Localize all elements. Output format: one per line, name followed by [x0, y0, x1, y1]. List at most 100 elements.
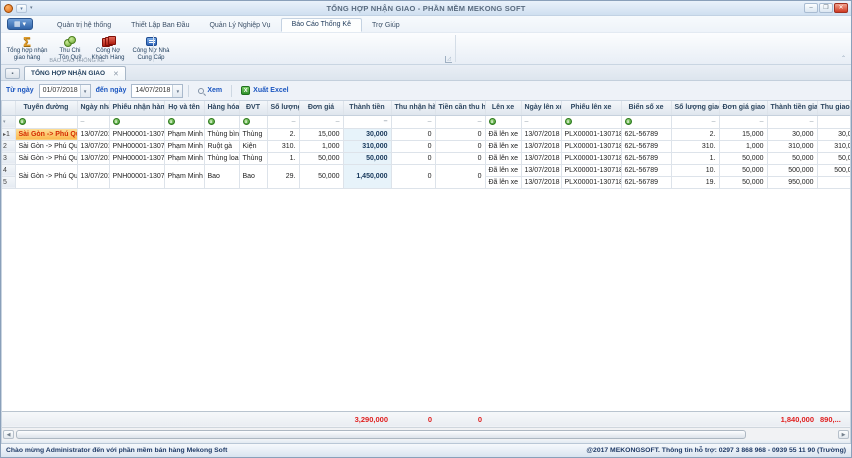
- from-date-input[interactable]: 01/07/2018 ▼: [39, 84, 91, 98]
- cell[interactable]: 950,000: [767, 176, 817, 188]
- scrollbar-thumb[interactable]: [16, 430, 746, 439]
- cell[interactable]: PLX00001-130718: [561, 176, 621, 188]
- cell[interactable]: 2.: [671, 128, 719, 140]
- cell[interactable]: Bao: [204, 164, 239, 188]
- cell[interactable]: Đã lên xe: [485, 176, 521, 188]
- cell[interactable]: 1,000: [719, 140, 767, 152]
- table-row[interactable]: 4 Sài Gòn -> Phú Quốc 13/07/2018 PNH0000…: [2, 164, 851, 176]
- column-header[interactable]: Tiền cần thu hộ: [435, 101, 485, 115]
- cell[interactable]: 30,000: [343, 128, 391, 140]
- cell[interactable]: PNH00001-130718: [109, 128, 164, 140]
- ribbon-tab-thiet-lap-ban-dau[interactable]: Thiết Lập Ban Đầu: [121, 20, 199, 32]
- cell[interactable]: 0: [435, 152, 485, 164]
- cell[interactable]: 13/07/2018: [77, 128, 109, 140]
- cell[interactable]: Đã lên xe: [485, 140, 521, 152]
- cell[interactable]: 15,000: [719, 128, 767, 140]
- maximize-button[interactable]: ❐: [819, 3, 833, 13]
- cell[interactable]: Sài Gòn -> Phú Quốc: [15, 140, 77, 152]
- cell[interactable]: Phạm Minh Hải: [164, 140, 204, 152]
- cell[interactable]: 13/07/2018: [77, 140, 109, 152]
- cell[interactable]: 62L-56789: [621, 164, 671, 176]
- cell[interactable]: 62L-56789: [621, 176, 671, 188]
- column-header[interactable]: Số lượng giao: [671, 101, 719, 115]
- column-header[interactable]: Lên xe: [485, 101, 521, 115]
- column-header[interactable]: ĐVT: [239, 101, 267, 115]
- view-button[interactable]: Xem: [194, 87, 226, 94]
- ribbon-tab-tro-giup[interactable]: Trợ Giúp: [362, 20, 410, 32]
- selected-cell[interactable]: Sài Gòn -> Phú Quốc: [15, 128, 77, 140]
- cell[interactable]: 50,000: [767, 152, 817, 164]
- cell[interactable]: 13/07/2018: [521, 140, 561, 152]
- column-header[interactable]: Hàng hóa: [204, 101, 239, 115]
- application-menu-button[interactable]: ▦ ▾: [7, 18, 33, 30]
- column-header[interactable]: Họ và tên: [164, 101, 204, 115]
- cell[interactable]: Sài Gòn -> Phú Quốc: [15, 152, 77, 164]
- tab-tong-hop-nhan-giao[interactable]: TỔNG HỢP NHẬN GIAO ✕: [24, 66, 126, 80]
- cell[interactable]: PLX00001-130718: [561, 152, 621, 164]
- cell[interactable]: 13/07/2018: [77, 152, 109, 164]
- cell[interactable]: 13/07/2018: [521, 152, 561, 164]
- cell[interactable]: 10.: [671, 164, 719, 176]
- export-excel-button[interactable]: X Xuất Excel: [237, 86, 292, 95]
- minimize-button[interactable]: –: [804, 3, 818, 13]
- cell[interactable]: 50,000: [719, 176, 767, 188]
- cell[interactable]: 13/07/2018: [521, 176, 561, 188]
- table-row[interactable]: 3 Sài Gòn -> Phú Quốc 13/07/2018 PNH0000…: [2, 152, 851, 164]
- cell[interactable]: PNH00001-130718: [109, 164, 164, 188]
- chevron-down-icon[interactable]: ▼: [80, 85, 90, 97]
- cell[interactable]: Phạm Minh Hải: [164, 128, 204, 140]
- table-row[interactable]: 2 Sài Gòn -> Phú Quốc 13/07/2018 PNH0000…: [2, 140, 851, 152]
- cell[interactable]: 0: [435, 128, 485, 140]
- horizontal-scrollbar[interactable]: ◀ ▶: [1, 427, 851, 440]
- column-header[interactable]: Ngày lên xe: [521, 101, 561, 115]
- cell[interactable]: [817, 176, 851, 188]
- cell[interactable]: Thùng bình: [204, 128, 239, 140]
- cell[interactable]: 0: [391, 128, 435, 140]
- column-header[interactable]: Số lượng: [267, 101, 299, 115]
- tab-close-icon[interactable]: ✕: [113, 70, 119, 78]
- cell[interactable]: 310,000: [343, 140, 391, 152]
- cell[interactable]: 310.: [267, 140, 299, 152]
- cell[interactable]: 50,000: [299, 164, 343, 188]
- scroll-right-arrow-icon[interactable]: ▶: [838, 430, 849, 439]
- column-header[interactable]: Đơn giá: [299, 101, 343, 115]
- cell[interactable]: 62L-56789: [621, 128, 671, 140]
- ribbon-tab-quan-tri-he-thong[interactable]: Quản trị hệ thống: [47, 20, 121, 32]
- cell[interactable]: 62L-56789: [621, 140, 671, 152]
- column-header[interactable]: Biển số xe: [621, 101, 671, 115]
- cell[interactable]: PLX00001-130718: [561, 140, 621, 152]
- cell[interactable]: PLX00001-130718: [561, 128, 621, 140]
- cell[interactable]: Phạm Minh Hải: [164, 164, 204, 188]
- cell[interactable]: 1.: [267, 152, 299, 164]
- cell[interactable]: 50,000: [719, 164, 767, 176]
- cell[interactable]: Đã lên xe: [485, 152, 521, 164]
- cell[interactable]: 0: [391, 164, 435, 188]
- cell[interactable]: 0: [391, 140, 435, 152]
- ribbon-minimize-icon[interactable]: ⌃: [841, 55, 846, 62]
- column-header[interactable]: Phiếu lên xe: [561, 101, 621, 115]
- cell[interactable]: 15,000: [299, 128, 343, 140]
- cell[interactable]: 0: [391, 152, 435, 164]
- cell[interactable]: Phạm Minh Hải: [164, 152, 204, 164]
- column-header[interactable]: Phiếu nhận hàng: [109, 101, 164, 115]
- cell[interactable]: Thùng loa: [204, 152, 239, 164]
- scroll-left-arrow-icon[interactable]: ◀: [3, 430, 14, 439]
- auto-filter-row[interactable]: ▾ a – a a a a – – – – – a – a a –: [2, 115, 851, 128]
- cell[interactable]: 310,000: [767, 140, 817, 152]
- cell[interactable]: Bao: [239, 164, 267, 188]
- close-button[interactable]: ✕: [834, 3, 848, 13]
- cell[interactable]: 29.: [267, 164, 299, 188]
- cell[interactable]: Thùng: [239, 128, 267, 140]
- cell[interactable]: Ruột gà: [204, 140, 239, 152]
- dialog-launcher-icon[interactable]: ◿: [445, 56, 452, 63]
- cell[interactable]: 1,000: [299, 140, 343, 152]
- cell[interactable]: 50,000: [343, 152, 391, 164]
- cell[interactable]: 50,000: [299, 152, 343, 164]
- cell[interactable]: 500,000: [817, 164, 851, 176]
- cell[interactable]: 50,000: [719, 152, 767, 164]
- chevron-down-icon[interactable]: ▼: [172, 85, 182, 97]
- cell[interactable]: 310.: [671, 140, 719, 152]
- cell[interactable]: Đã lên xe: [485, 164, 521, 176]
- cell[interactable]: 13/07/2018: [77, 164, 109, 188]
- column-header[interactable]: Thu nhận hàng: [391, 101, 435, 115]
